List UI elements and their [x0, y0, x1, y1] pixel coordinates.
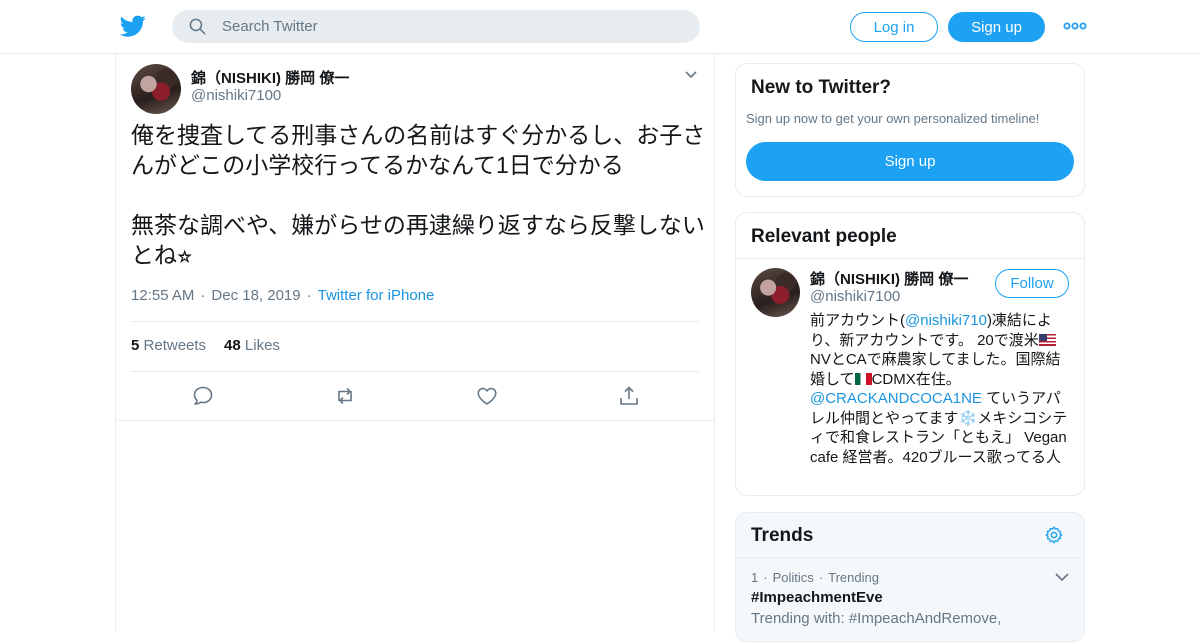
person-name[interactable]: 錦（NISHIKI) 勝岡 僚一: [810, 268, 968, 289]
chevron-down-icon[interactable]: [684, 68, 698, 82]
mexico-flag-icon: [854, 372, 872, 385]
likes-label: Likes: [244, 337, 280, 354]
retweets-count: 5: [131, 337, 140, 354]
search-box[interactable]: [172, 10, 700, 43]
avatar[interactable]: [751, 268, 800, 317]
gear-icon[interactable]: [1044, 525, 1064, 545]
card-subtitle: Sign up now to get your own personalized…: [746, 111, 1040, 126]
retweets-stat[interactable]: 5 Retweets: [131, 337, 206, 354]
tweet-text-line: 俺を捜査してる刑事さんの名前はすぐ分かるし、お子さんがどこの小学校行ってるかなん…: [131, 122, 706, 178]
share-icon[interactable]: [617, 384, 641, 408]
new-to-twitter-card: New to Twitter? Sign up now to get your …: [735, 63, 1085, 197]
tweet-column: 錦（NISHIKI) 勝岡 僚一 @nishiki7100 俺を捜査してる刑事さ…: [115, 54, 715, 630]
twitter-bird-icon[interactable]: [120, 13, 146, 39]
likes-stat[interactable]: 48 Likes: [224, 337, 280, 354]
likes-count: 48: [224, 337, 241, 354]
search-input[interactable]: [222, 18, 682, 35]
divider: [736, 258, 1084, 259]
person-handle[interactable]: @nishiki7100: [810, 288, 900, 305]
tweet-meta: 12:55 AM · Dec 18, 2019 · Twitter for iPhone: [131, 287, 435, 304]
person-bio: 前アカウント(@nishiki710)凍結により、新アカウントです。 20で渡米…: [810, 311, 1068, 467]
card-title: Relevant people: [751, 226, 897, 247]
relevant-people-card: Relevant people 錦（NISHIKI) 勝岡 僚一 @nishik…: [735, 212, 1085, 496]
trend-related: Trending with: #ImpeachAndRemove,: [751, 610, 1002, 627]
tweet-source[interactable]: Twitter for iPhone: [318, 287, 435, 304]
signup-cta-button[interactable]: Sign up: [746, 142, 1074, 181]
tweet-text: 俺を捜査してる刑事さんの名前はすぐ分かるし、お子さんがどこの小学校行ってるかなん…: [131, 120, 706, 270]
trend-status: Trending: [828, 570, 879, 585]
trends-card: Trends 1 · Politics · Trending #ImpeachmentE…: [735, 512, 1085, 642]
trend-category: Politics: [772, 570, 814, 585]
snowflake-icon: ❄️: [958, 409, 978, 427]
card-title: New to Twitter?: [751, 77, 892, 98]
bio-text: 前アカウント(: [810, 312, 905, 329]
trend-name-link[interactable]: #ImpeachmentEve: [751, 589, 883, 606]
more-dots-icon[interactable]: [1063, 20, 1087, 32]
tweet-text-line: 無茶な調べや、嫌がらせの再逮繰り返すなら反撃しないとね⭐︎: [131, 212, 705, 268]
reply-icon[interactable]: [191, 384, 215, 408]
bio-mention-link[interactable]: @nishiki710: [905, 312, 987, 329]
tweet-actions: [116, 384, 714, 408]
divider: [736, 557, 1084, 558]
bio-text: CDMX在住。: [871, 370, 961, 388]
tweet-time[interactable]: 12:55 AM: [131, 287, 194, 304]
card-title: Trends: [751, 525, 814, 546]
retweets-label: Retweets: [143, 337, 207, 354]
us-flag-icon: [1038, 333, 1056, 346]
author-name[interactable]: 錦（NISHIKI) 勝岡 僚一: [191, 67, 349, 88]
avatar[interactable]: [131, 64, 181, 114]
chevron-down-icon[interactable]: [1054, 569, 1070, 585]
retweet-icon[interactable]: [333, 384, 357, 408]
like-icon[interactable]: [475, 384, 499, 408]
tweet-stats: 5 Retweets 48 Likes: [131, 337, 280, 354]
search-icon: [189, 18, 206, 35]
top-bar: Log in Sign up: [0, 0, 1200, 54]
tweet-date[interactable]: Dec 18, 2019: [211, 287, 300, 304]
trend-rank: 1: [751, 570, 759, 585]
divider: [131, 321, 699, 322]
follow-button[interactable]: Follow: [995, 269, 1069, 298]
author-handle[interactable]: @nishiki7100: [191, 87, 281, 104]
signup-button[interactable]: Sign up: [948, 12, 1045, 42]
bio-mention-link[interactable]: @CRACKANDCOCA1NE: [810, 390, 982, 407]
divider: [131, 371, 699, 372]
tweet: 錦（NISHIKI) 勝岡 僚一 @nishiki7100 俺を捜査してる刑事さ…: [116, 54, 714, 421]
trend-meta: 1 · Politics · Trending: [751, 570, 879, 585]
login-button[interactable]: Log in: [850, 12, 938, 42]
